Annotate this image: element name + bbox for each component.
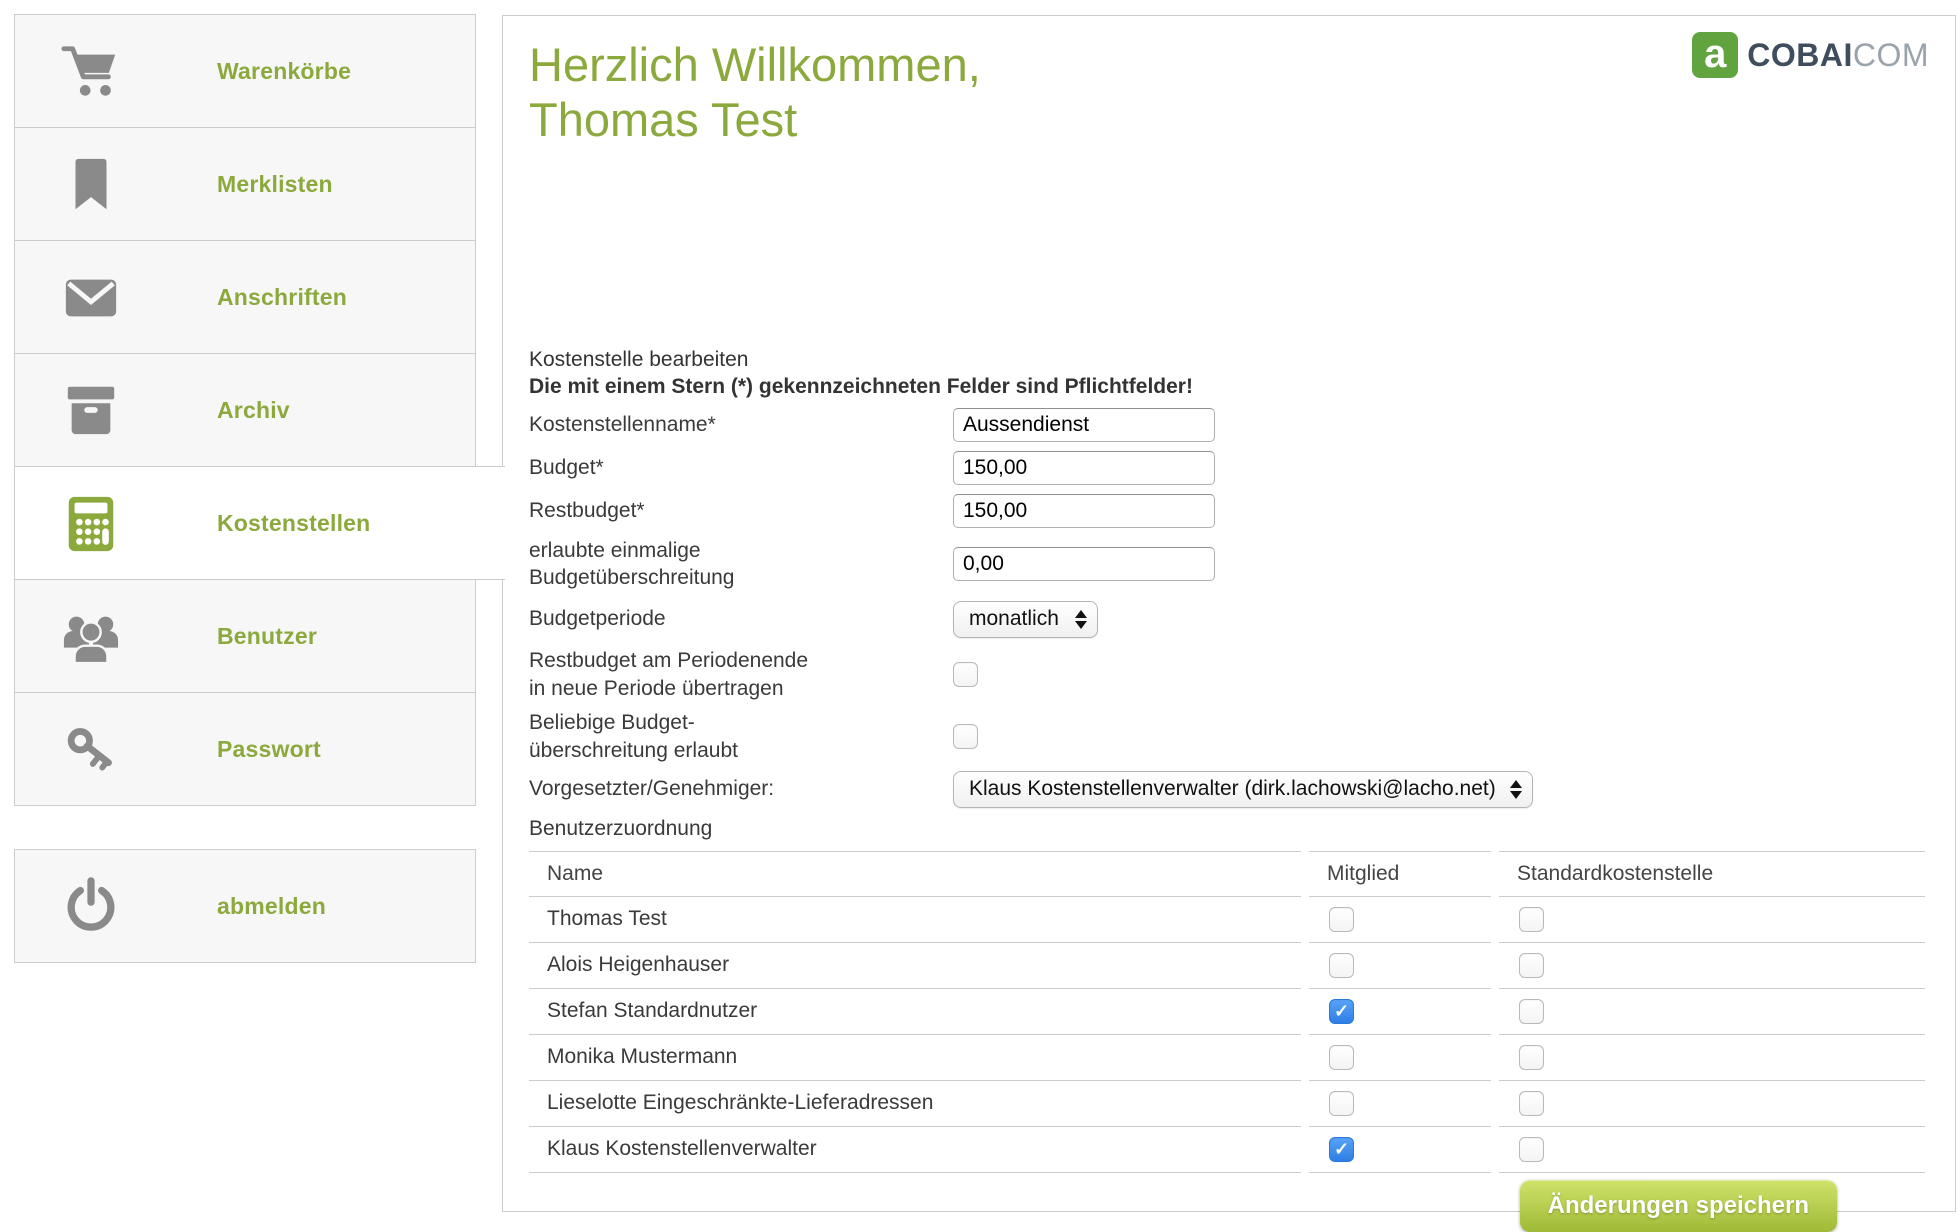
sidebar-item-merklisten[interactable]: Merklisten bbox=[14, 127, 476, 241]
user-name: Stefan Standardnutzer bbox=[529, 989, 1301, 1035]
vorgesetzter-select[interactable]: Klaus Kostenstellenverwalter (dirk.lacho… bbox=[953, 771, 1533, 808]
standardkostenstelle-checkbox[interactable] bbox=[1519, 999, 1544, 1024]
save-changes-button[interactable]: Änderungen speichern bbox=[1520, 1180, 1837, 1232]
restbudget-label: Restbudget* bbox=[529, 497, 953, 524]
table-row: Monika Mustermann bbox=[529, 1035, 1925, 1081]
budgetperiode-select[interactable]: monatlich bbox=[953, 601, 1098, 638]
archive-icon bbox=[53, 381, 129, 439]
brand-logo: a COBAICOM bbox=[1692, 32, 1929, 78]
select-stepper-icon bbox=[1075, 610, 1087, 629]
column-header-name: Name bbox=[529, 851, 1301, 897]
standardkostenstelle-checkbox[interactable] bbox=[1519, 907, 1544, 932]
budgetueberschreitung-input[interactable] bbox=[953, 547, 1215, 581]
column-header-standardkostenstelle: Standardkostenstelle bbox=[1499, 851, 1925, 897]
logo-text-bold: COBAI bbox=[1747, 37, 1853, 74]
sidebar-item-warenkoerbe[interactable]: Warenkörbe bbox=[14, 14, 476, 128]
table-row: Lieselotte Eingeschränkte-Lieferadressen bbox=[529, 1081, 1925, 1127]
budgetperiode-label: Budgetperiode bbox=[529, 605, 953, 632]
benutzerzuordnung-table: Name Mitglied Standardkostenstelle Thoma… bbox=[521, 851, 1933, 1173]
kostenstelle-form: Kostenstelle bearbeiten Die mit einem St… bbox=[529, 348, 1939, 1232]
mitglied-checkbox[interactable] bbox=[1329, 1045, 1354, 1070]
logo-mark-icon: a bbox=[1692, 32, 1738, 78]
main-panel: Herzlich Willkommen, Thomas Test a COBAI… bbox=[502, 15, 1956, 1212]
user-name: Thomas Test bbox=[529, 897, 1301, 943]
table-row: Thomas Test bbox=[529, 897, 1925, 943]
cart-icon bbox=[53, 42, 129, 100]
sidebar-item-label: Merklisten bbox=[217, 171, 333, 198]
page-title-line1: Herzlich Willkommen, bbox=[529, 38, 981, 93]
kostenstellenname-input[interactable] bbox=[953, 408, 1215, 442]
benutzerzuordnung-label: Benutzerzuordnung bbox=[529, 817, 1939, 841]
mitglied-checkbox[interactable] bbox=[1329, 1091, 1354, 1116]
sidebar-item-label: abmelden bbox=[217, 893, 326, 920]
sidebar: Warenkörbe Merklisten Anschriften Archiv bbox=[14, 15, 476, 963]
key-icon bbox=[53, 719, 129, 779]
restbudget-input[interactable] bbox=[953, 494, 1215, 528]
kostenstellenname-label: Kostenstellenname* bbox=[529, 411, 953, 438]
restbudget-uebertrag-checkbox[interactable] bbox=[953, 662, 978, 687]
table-row: Klaus Kostenstellenverwalter bbox=[529, 1127, 1925, 1173]
bookmark-icon bbox=[53, 154, 129, 214]
column-header-mitglied: Mitglied bbox=[1309, 851, 1491, 897]
form-title: Kostenstelle bearbeiten bbox=[529, 348, 1939, 372]
beliebige-ueberschreitung-label: Beliebige Budget- überschreitung erlaubt bbox=[529, 709, 953, 764]
select-stepper-icon bbox=[1510, 780, 1522, 799]
page-title: Herzlich Willkommen, Thomas Test bbox=[529, 38, 981, 148]
restbudget-uebertrag-label: Restbudget am Periodenende in neue Perio… bbox=[529, 647, 953, 702]
sidebar-item-abmelden[interactable]: abmelden bbox=[14, 849, 476, 963]
power-icon bbox=[53, 876, 129, 936]
beliebige-ueberschreitung-checkbox[interactable] bbox=[953, 724, 978, 749]
calculator-icon bbox=[53, 493, 129, 553]
budget-input[interactable] bbox=[953, 451, 1215, 485]
user-name: Klaus Kostenstellenverwalter bbox=[529, 1127, 1301, 1173]
mitglied-checkbox[interactable] bbox=[1329, 1137, 1354, 1162]
user-name: Alois Heigenhauser bbox=[529, 943, 1301, 989]
sidebar-item-archiv[interactable]: Archiv bbox=[14, 353, 476, 467]
page-title-line2: Thomas Test bbox=[529, 93, 981, 148]
budgetueberschreitung-label: erlaubte einmalige Budgetüberschreitung bbox=[529, 537, 953, 592]
sidebar-item-label: Passwort bbox=[217, 736, 321, 763]
standardkostenstelle-checkbox[interactable] bbox=[1519, 1137, 1544, 1162]
required-fields-note: Die mit einem Stern (*) gekennzeichneten… bbox=[529, 375, 1939, 399]
mitglied-checkbox[interactable] bbox=[1329, 999, 1354, 1024]
sidebar-item-label: Archiv bbox=[217, 397, 290, 424]
standardkostenstelle-checkbox[interactable] bbox=[1519, 1045, 1544, 1070]
page: { "colors": { "accent_green": "#8ca93d",… bbox=[0, 0, 1958, 1216]
table-row: Alois Heigenhauser bbox=[529, 943, 1925, 989]
table-row: Stefan Standardnutzer bbox=[529, 989, 1925, 1035]
sidebar-item-anschriften[interactable]: Anschriften bbox=[14, 240, 476, 354]
standardkostenstelle-checkbox[interactable] bbox=[1519, 953, 1544, 978]
user-name: Lieselotte Eingeschränkte-Lieferadressen bbox=[529, 1081, 1301, 1127]
envelope-icon bbox=[53, 268, 129, 326]
vorgesetzter-label: Vorgesetzter/Genehmiger: bbox=[529, 775, 953, 802]
sidebar-item-benutzer[interactable]: Benutzer bbox=[14, 579, 476, 693]
mitglied-checkbox[interactable] bbox=[1329, 953, 1354, 978]
budget-label: Budget* bbox=[529, 454, 953, 481]
logo-text-light: COM bbox=[1853, 37, 1929, 74]
users-icon bbox=[53, 607, 129, 665]
sidebar-item-passwort[interactable]: Passwort bbox=[14, 692, 476, 806]
standardkostenstelle-checkbox[interactable] bbox=[1519, 1091, 1544, 1116]
table-header-row: Name Mitglied Standardkostenstelle bbox=[529, 851, 1925, 897]
user-name: Monika Mustermann bbox=[529, 1035, 1301, 1081]
sidebar-item-label: Warenkörbe bbox=[217, 58, 351, 85]
sidebar-item-label: Kostenstellen bbox=[217, 510, 370, 537]
sidebar-item-label: Anschriften bbox=[217, 284, 347, 311]
sidebar-item-label: Benutzer bbox=[217, 623, 317, 650]
sidebar-item-kostenstellen[interactable]: Kostenstellen bbox=[14, 466, 505, 580]
mitglied-checkbox[interactable] bbox=[1329, 907, 1354, 932]
